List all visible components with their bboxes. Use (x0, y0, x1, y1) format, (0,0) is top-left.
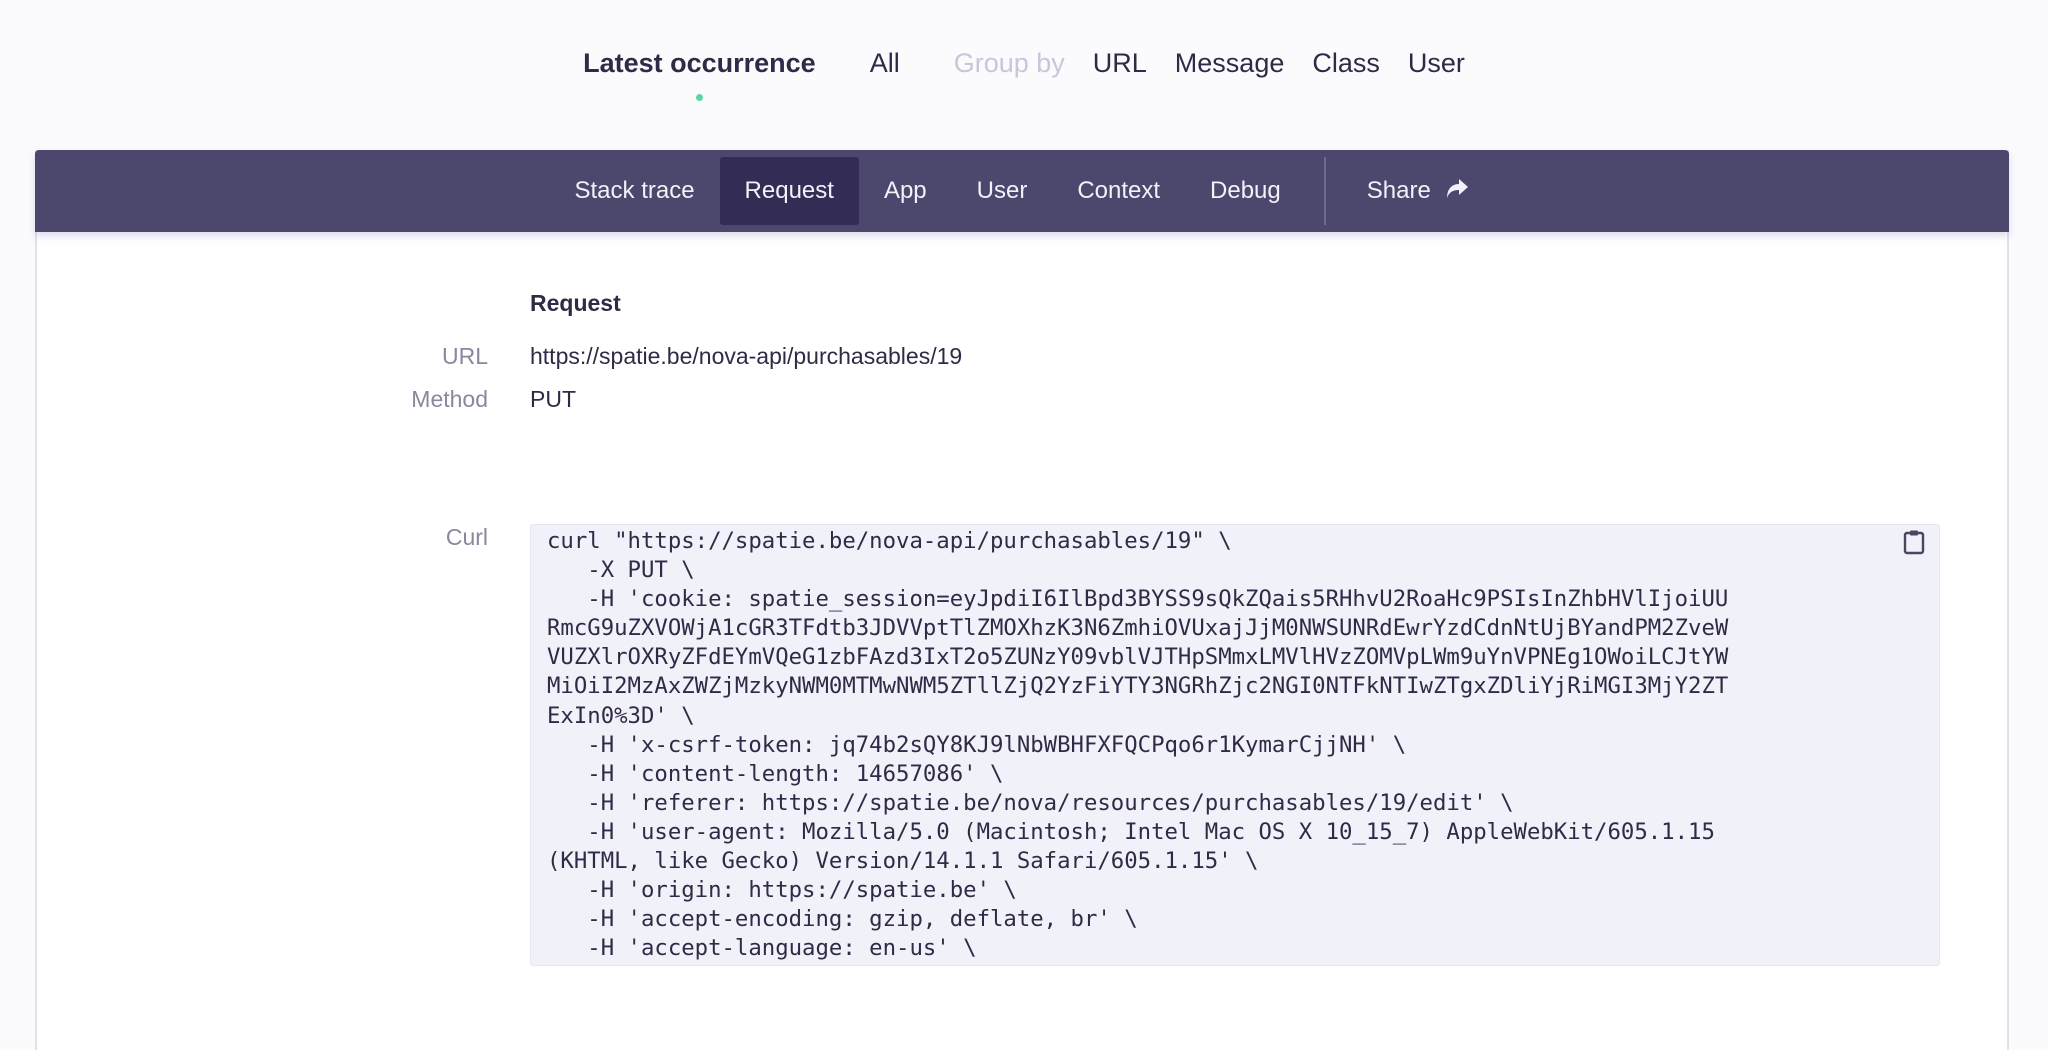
url-value: https://spatie.be/nova-api/purchasables/… (530, 343, 963, 369)
request-section-title: Request (530, 290, 621, 316)
curl-command: curl "https://spatie.be/nova-api/purchas… (547, 527, 1939, 963)
group-by-user[interactable]: User (1408, 48, 1465, 79)
group-by-url[interactable]: URL (1093, 48, 1147, 79)
curl-line: -X PUT \ (587, 557, 695, 584)
curl-line: -H 'content-length: 14657086' \ (587, 760, 1004, 787)
curl-line: -H 'user-agent: Mozilla/5.0 (Macintosh; … (587, 818, 1715, 845)
curl-line: RmcG9uZXVOWjA1cGR3TFdtb3JDVVptTlZMOXhzK3… (547, 615, 1729, 642)
share-arrow-icon (1445, 159, 1469, 227)
method-label: Method (411, 386, 488, 412)
tab-user[interactable]: User (952, 157, 1053, 225)
curl-line: (KHTML, like Gecko) Version/14.1.1 Safar… (547, 848, 1259, 875)
curl-line: ExIn0%3D' \ (547, 702, 695, 729)
group-by-label: Group by (953, 48, 1065, 78)
tab-context[interactable]: Context (1052, 157, 1185, 225)
curl-line: -H 'accept-encoding: gzip, deflate, br' … (587, 906, 1138, 933)
tab-debug[interactable]: Debug (1185, 157, 1306, 225)
tab-request[interactable]: Request (719, 157, 859, 225)
occurrence-nav: Latest occurrence All Group by URL Messa… (0, 48, 2048, 101)
share-button[interactable]: Share (1342, 157, 1495, 225)
clipboard-icon[interactable] (1903, 529, 1927, 557)
group-by-message[interactable]: Message (1175, 48, 1285, 79)
active-indicator-dot (696, 94, 704, 101)
nav-latest-occurrence[interactable]: Latest occurrence (583, 48, 816, 101)
tab-app[interactable]: App (859, 157, 952, 225)
method-value: PUT (530, 386, 576, 412)
tab-stack-trace[interactable]: Stack trace (550, 157, 720, 225)
nav-latest-occurrence-label: Latest occurrence (583, 48, 816, 78)
curl-line: -H 'accept-language: en-us' \ (547, 935, 977, 962)
curl-line: -H 'origin: https://spatie.be' \ (587, 877, 1017, 904)
group-by-class[interactable]: Class (1312, 48, 1380, 79)
curl-line: -H 'referer: https://spatie.be/nova/reso… (587, 789, 1514, 816)
tabbar-divider (1323, 157, 1326, 225)
detail-tabbar: Stack trace Request App User Context Deb… (35, 150, 2009, 232)
curl-line: VUZXlrOXRyZFdEYmVQeG1zbFAzd3IxT2o5ZUNzY0… (547, 644, 1729, 671)
share-label: Share (1366, 177, 1431, 204)
curl-label: Curl (445, 524, 488, 550)
curl-line: -H 'cookie: spatie_session=eyJpdiI6IlBpd… (587, 586, 1729, 613)
curl-code-block: curl "https://spatie.be/nova-api/purchas… (530, 524, 1940, 966)
curl-line: curl "https://spatie.be/nova-api/purchas… (547, 528, 1232, 554)
nav-all[interactable]: All (870, 48, 900, 79)
curl-line: MiOiI2MzAxZWZjMzkyNWM0MTMwNWM5ZTllZjQ2Yz… (547, 673, 1729, 700)
url-label: URL (441, 343, 488, 369)
curl-line: -H 'x-csrf-token: jq74b2sQY8KJ9lNbWBHFXF… (587, 731, 1407, 758)
